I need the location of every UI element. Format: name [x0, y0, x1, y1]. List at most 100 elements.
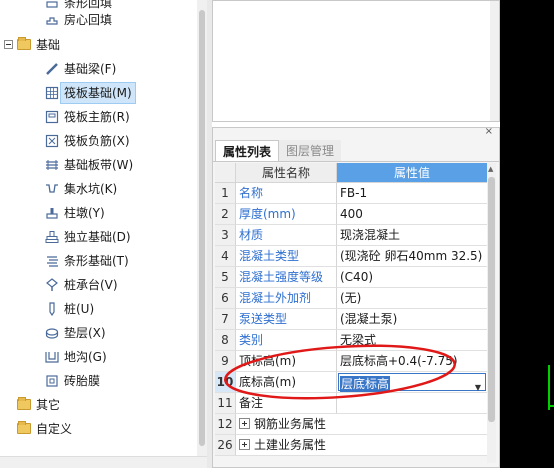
property-value-cell[interactable]: 400 [337, 204, 487, 225]
row-number: 9 [215, 351, 236, 372]
row-number: 1 [215, 183, 236, 204]
property-value-cell[interactable]: (现浇砼 卵石40mm 32.5) [337, 246, 487, 267]
row-number: 3 [215, 225, 236, 246]
tree-item-label: 基础 [36, 37, 61, 52]
grid-scrollbar-thumb[interactable] [488, 177, 495, 422]
property-row[interactable]: 26 土建业务属性 [215, 435, 487, 456]
drawing-canvas[interactable] [500, 0, 554, 468]
brick-mold-icon [43, 372, 61, 390]
tree-item[interactable]: 筏板主筋(R) [0, 105, 197, 128]
tree-item[interactable]: 筏板负筋(X) [0, 129, 197, 152]
property-value-cell[interactable]: FB-1 [337, 183, 487, 204]
tree-item-label: 筏板负筋(X) [64, 133, 130, 148]
property-row[interactable]: 10 底标高(m) 层底标高 ▼ [215, 372, 487, 393]
row-number: 26 [215, 435, 236, 456]
preview-scrollbar[interactable] [490, 1, 499, 121]
property-name: 类别 [239, 333, 264, 347]
property-panel-header: × [213, 126, 499, 140]
tree-item[interactable]: 地沟(G) [0, 345, 197, 368]
tree-item[interactable]: 条形基础(T) [0, 249, 197, 272]
property-value: 400 [340, 207, 363, 221]
row-number: 12 [215, 414, 236, 435]
close-icon[interactable]: × [485, 126, 493, 137]
tree-scrollbar-thumb[interactable] [199, 10, 205, 446]
tree-item[interactable]: 筏板基础(M) [0, 81, 197, 104]
property-name: 顶标高(m) [239, 354, 297, 368]
property-row[interactable]: 7 泵送类型 (混凝土泵) [215, 309, 487, 330]
property-name-cell: 混凝土外加剂 [236, 288, 337, 309]
property-row[interactable]: 9 顶标高(m) 层底标高+0.4(-7.75) [215, 351, 487, 372]
tab-property-list[interactable]: 属性列表 [215, 140, 280, 161]
tree-item[interactable]: 基础板带(W) [0, 153, 197, 176]
property-value: FB-1 [340, 186, 368, 200]
tree-item[interactable]: 房心回填 [0, 8, 197, 31]
property-value-cell[interactable]: 现浇混凝土 [337, 225, 487, 246]
property-grid: 属性名称 属性值 1 名称 FB-1 2 厚度(mm) 400 3 材质 现浇混凝土 4 混凝土类型… [215, 163, 487, 456]
horizontal-scrollbar[interactable] [0, 456, 207, 468]
property-row[interactable]: 5 混凝土强度等级 (C40) [215, 267, 487, 288]
property-row[interactable]: 4 混凝土类型 (现浇砼 卵石40mm 32.5) [215, 246, 487, 267]
tree-item[interactable]: 独立基础(D) [0, 225, 197, 248]
grid-scrollbar[interactable]: ▲ [487, 163, 496, 463]
tree-item[interactable]: 桩(U) [0, 297, 197, 320]
value-combobox[interactable]: 层底标高 ▼ [338, 373, 486, 392]
folder-icon [15, 396, 33, 414]
property-name: 备注 [239, 396, 264, 410]
tree-item[interactable]: 自定义 [0, 417, 197, 440]
header-property-value: 属性值 [337, 163, 487, 183]
row-number: 6 [215, 288, 236, 309]
property-name-cell: 材质 [236, 225, 337, 246]
slab-strip-icon [43, 156, 61, 174]
tree-item[interactable]: 集水坑(K) [0, 177, 197, 200]
property-row[interactable]: 2 厚度(mm) 400 [215, 204, 487, 225]
property-row[interactable]: 8 类别 无梁式 [215, 330, 487, 351]
property-value: (C40) [340, 270, 374, 284]
component-tree: 条形回填 房心回填 基础 基础梁(F) 筏板基础(M) 筏板主筋(R) 筏板负筋(X) 基础板… [0, 0, 197, 456]
tree-item[interactable]: 基础梁(F) [0, 57, 197, 80]
property-row[interactable]: 6 混凝土外加剂 (无) [215, 288, 487, 309]
collapse-icon[interactable] [4, 40, 13, 49]
trench-icon [43, 348, 61, 366]
property-value-cell[interactable]: 无梁式 [337, 330, 487, 351]
property-name-cell: 混凝土强度等级 [236, 267, 337, 288]
tree-item-label: 独立基础(D) [64, 229, 131, 244]
property-name: 名称 [239, 186, 264, 200]
scroll-up-icon[interactable]: ▲ [488, 165, 493, 173]
tree-item-label: 基础板带(W) [64, 157, 134, 172]
main-rebar-icon [43, 108, 61, 126]
tree-item[interactable]: 基础 [0, 33, 197, 56]
tree-item[interactable]: 柱墩(Y) [0, 201, 197, 224]
property-name: 土建业务属性 [254, 438, 327, 452]
tree-item[interactable]: 垫层(X) [0, 321, 197, 344]
expand-icon[interactable] [239, 418, 250, 429]
property-value: (现浇砼 卵石40mm 32.5) [340, 249, 483, 263]
property-name-cell: 钢筋业务属性 [236, 414, 487, 435]
property-value-cell[interactable]: (C40) [337, 267, 487, 288]
tree-item-label: 其它 [36, 397, 61, 412]
expand-icon[interactable] [239, 439, 250, 450]
strip-foundation-icon [43, 252, 61, 270]
tree-item[interactable]: 砖胎膜 [0, 369, 197, 392]
property-value-cell[interactable]: (混凝土泵) [337, 309, 487, 330]
property-name-cell: 底标高(m) [236, 372, 337, 393]
isolated-foundation-icon [43, 228, 61, 246]
property-row[interactable]: 12 钢筋业务属性 [215, 414, 487, 435]
tree-scrollbar[interactable] [197, 0, 207, 456]
property-row[interactable]: 3 材质 现浇混凝土 [215, 225, 487, 246]
tab-layer-management[interactable]: 图层管理 [279, 140, 342, 161]
tree-item[interactable]: 桩承台(V) [0, 273, 197, 296]
row-number: 5 [215, 267, 236, 288]
property-name: 厚度(mm) [239, 207, 296, 221]
property-row[interactable]: 11 备注 [215, 393, 487, 414]
tree-item[interactable]: 其它 [0, 393, 197, 416]
property-row[interactable]: 1 名称 FB-1 [215, 183, 487, 204]
dropdown-arrow-icon[interactable]: ▼ [475, 377, 481, 392]
property-value-cell[interactable]: 层底标高 ▼ [337, 372, 487, 393]
property-value-cell[interactable]: 层底标高+0.4(-7.75) [337, 351, 487, 372]
property-value-cell[interactable]: (无) [337, 288, 487, 309]
preview-panel [212, 0, 500, 122]
tree-item-label: 自定义 [36, 421, 73, 436]
row-number: 8 [215, 330, 236, 351]
property-name-cell: 类别 [236, 330, 337, 351]
property-value-cell[interactable] [337, 393, 487, 414]
